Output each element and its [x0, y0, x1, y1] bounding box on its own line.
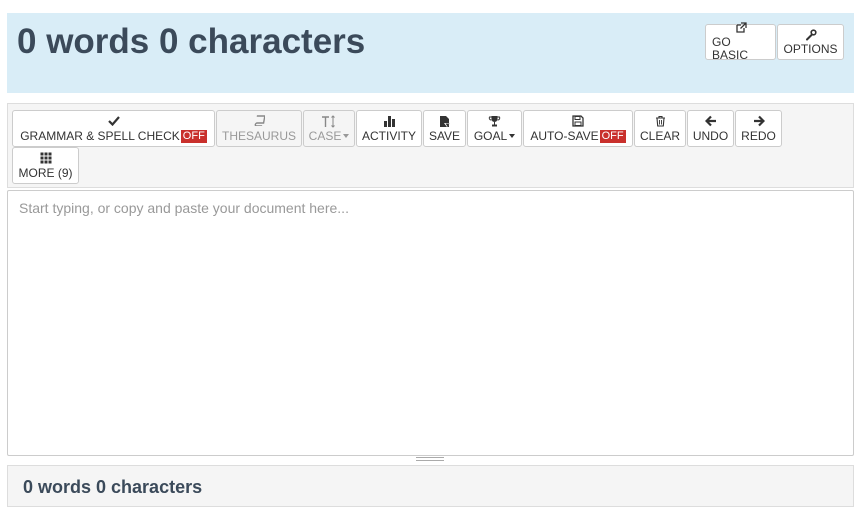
undo-button[interactable]: UNDO	[687, 110, 734, 147]
more-label: MORE (9)	[18, 165, 73, 180]
thesaurus-label: THESAURUS	[222, 128, 297, 143]
document-editor[interactable]	[7, 190, 854, 456]
book-icon	[254, 114, 266, 130]
case-label: CASE	[308, 128, 342, 143]
header-bar: 0 words 0 characters GO BASIC OPTIONS	[7, 13, 854, 93]
save-label: SAVE	[428, 128, 461, 143]
goal-dropdown-button[interactable]: GOAL	[467, 110, 522, 147]
activity-label: ACTIVITY	[362, 128, 417, 143]
text-height-icon	[321, 114, 337, 130]
redo-label: REDO	[741, 128, 776, 143]
check-icon	[107, 115, 120, 130]
external-link-icon	[735, 22, 747, 36]
caret-down-icon	[343, 134, 350, 138]
options-label: OPTIONS	[783, 41, 838, 56]
wrench-icon	[805, 28, 817, 43]
caret-down-icon	[509, 134, 516, 138]
status-bar: 0 words 0 characters	[7, 465, 854, 507]
file-save-icon	[439, 115, 451, 130]
floppy-disk-icon	[572, 114, 584, 130]
auto-save-label: AUTO-SAVE	[530, 128, 599, 143]
go-basic-button[interactable]: GO BASIC	[705, 22, 776, 62]
grammar-status-badge: OFF	[180, 129, 207, 143]
grid-icon	[40, 152, 52, 167]
save-button[interactable]: SAVE	[423, 110, 466, 147]
options-button[interactable]: OPTIONS	[777, 24, 844, 60]
go-basic-label: GO BASIC	[712, 35, 749, 62]
clear-label: CLEAR	[640, 128, 681, 143]
grammar-spell-check-button[interactable]: GRAMMAR & SPELL CHECK OFF	[12, 110, 215, 147]
trash-icon	[655, 115, 666, 130]
undo-label: UNDO	[692, 128, 729, 143]
auto-save-status-badge: OFF	[599, 129, 626, 143]
arrow-left-icon	[704, 115, 717, 130]
bar-chart-icon	[383, 115, 396, 130]
resize-handle[interactable]	[416, 457, 444, 463]
more-button[interactable]: MORE (9)	[12, 147, 79, 184]
goal-label: GOAL	[473, 128, 508, 143]
word-character-count: 0 words 0 characters	[23, 477, 203, 497]
arrow-right-icon	[753, 115, 765, 130]
case-dropdown-button[interactable]: CASE	[303, 110, 355, 147]
auto-save-button[interactable]: AUTO-SAVE OFF	[523, 110, 633, 147]
toolbar: GRAMMAR & SPELL CHECK OFF THESAURUS CASE …	[7, 103, 854, 188]
thesaurus-button[interactable]: THESAURUS	[216, 110, 302, 147]
trophy-icon	[488, 115, 501, 130]
activity-button[interactable]: ACTIVITY	[356, 110, 422, 147]
grammar-label: GRAMMAR & SPELL CHECK	[20, 128, 180, 143]
clear-button[interactable]: CLEAR	[634, 110, 686, 147]
page-title: 0 words 0 characters	[17, 22, 366, 61]
redo-button[interactable]: REDO	[735, 110, 782, 147]
